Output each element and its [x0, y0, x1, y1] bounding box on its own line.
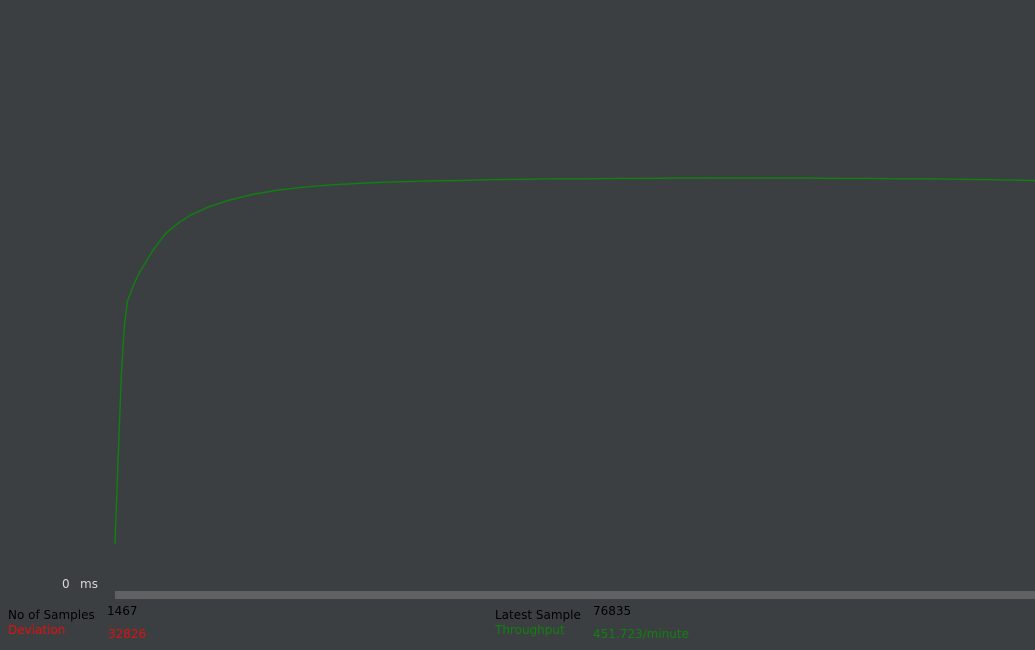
throughput-label: Throughput	[495, 623, 565, 637]
throughput-point	[252, 193, 254, 196]
throughput-point	[992, 178, 994, 181]
throughput-point	[553, 177, 555, 180]
throughput-point	[208, 205, 211, 208]
throughput-point	[132, 283, 135, 285]
throughput-point	[189, 214, 192, 217]
throughput-series-line	[114, 177, 1035, 544]
throughput-graph	[114, 177, 1035, 545]
throughput-point	[120, 375, 123, 377]
throughput-point	[427, 180, 430, 182]
throughput-point	[584, 177, 587, 180]
throughput-point	[277, 189, 279, 192]
throughput-point	[615, 177, 618, 180]
deviation-label: Deviation	[8, 623, 66, 637]
throughput-point	[929, 177, 932, 180]
throughput-point	[647, 177, 649, 180]
throughput-point	[333, 183, 336, 186]
throughput-point	[123, 325, 126, 327]
throughput-point	[302, 186, 304, 189]
throughput-point	[803, 177, 806, 179]
throughput-point	[396, 180, 399, 183]
throughput-point	[898, 177, 900, 180]
throughput-point	[227, 199, 229, 202]
latest-sample-label: Latest Sample	[495, 608, 581, 622]
graph-panel	[0, 0, 1035, 600]
throughput-value: 451.723/minute	[593, 627, 689, 641]
y-axis-zero-label: 0	[62, 577, 70, 591]
throughput-point	[521, 178, 524, 181]
samples-value: 1467	[107, 604, 138, 618]
throughput-point	[114, 542, 116, 545]
throughput-point	[709, 177, 712, 179]
graph-scrollbar[interactable]	[115, 591, 1035, 599]
latest-sample-value: 76835	[593, 604, 632, 618]
throughput-point	[176, 222, 179, 225]
throughput-point	[117, 458, 119, 461]
deviation-value: 32826	[108, 627, 147, 641]
throughput-point	[365, 182, 367, 184]
throughput-point	[139, 270, 142, 273]
throughput-point	[741, 177, 743, 179]
samples-label: No of Samples	[8, 608, 95, 622]
throughput-point	[459, 179, 461, 182]
throughput-point	[678, 177, 681, 179]
throughput-point	[490, 178, 493, 181]
throughput-point	[960, 178, 963, 181]
y-axis-unit-label: ms	[80, 577, 98, 591]
throughput-point	[866, 177, 869, 180]
throughput-point	[164, 233, 167, 235]
throughput-point	[772, 177, 775, 179]
throughput-point	[151, 249, 154, 252]
throughput-point	[126, 300, 129, 302]
throughput-point	[835, 177, 838, 180]
